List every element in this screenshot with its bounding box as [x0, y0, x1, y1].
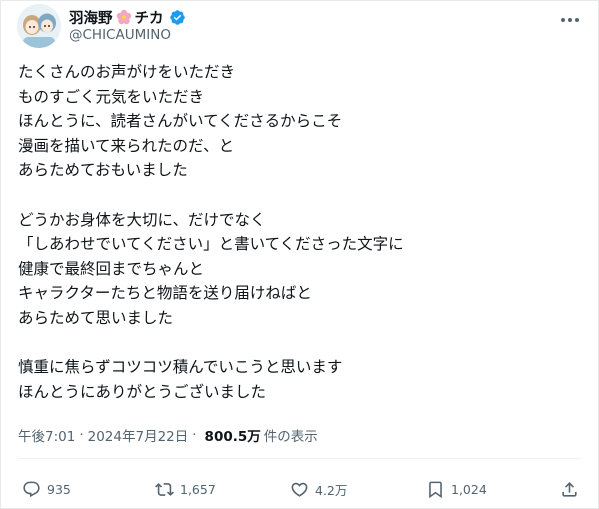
display-name-part2: チカ: [134, 10, 164, 27]
repost-button[interactable]: 1,657: [155, 473, 216, 505]
more-options-icon[interactable]: [558, 10, 582, 30]
user-handle[interactable]: @CHICAUMINO: [69, 27, 171, 43]
meta-separator: ·: [79, 427, 84, 443]
text-line: 慎重に焦らずコツコツ積んでいこうと思います: [18, 358, 343, 377]
text-line: 漫画を描いて来られたのだ、と: [18, 136, 235, 155]
text-line: あらためておもいました: [18, 161, 188, 180]
post-time[interactable]: 午後7:01: [18, 425, 75, 445]
repost-count: 1,657: [180, 481, 216, 497]
text-line: あらためて思いました: [18, 308, 174, 327]
post-header: 羽海野 チカ @CHICAUMINO: [17, 4, 582, 48]
share-icon: [562, 481, 577, 497]
paragraph: 慎重に焦らずコツコツ積んでいこうと思います ほんとうにありがとうございました: [18, 355, 578, 404]
bookmark-button[interactable]: 1,024: [426, 473, 487, 505]
verified-badge-icon[interactable]: [169, 9, 186, 26]
display-name-part1: 羽海野: [69, 10, 113, 27]
views-count[interactable]: 800.5万: [205, 425, 261, 445]
like-count: 4.2万: [315, 482, 348, 498]
paragraph: どうかお身体を大切に、だけでなく 「しあわせでいてください」と書いてくださった文…: [18, 208, 578, 331]
reply-icon: [23, 481, 40, 497]
meta-separator: ·: [192, 427, 197, 443]
post-date[interactable]: 2024年7月22日: [88, 425, 189, 445]
divider: [18, 458, 581, 459]
repost-icon: [155, 482, 174, 496]
bookmark-count: 1,024: [451, 481, 487, 497]
heart-icon: [291, 482, 308, 497]
like-button[interactable]: 4.2万: [290, 473, 347, 505]
reply-count: 935: [47, 481, 71, 497]
share-button[interactable]: [560, 473, 579, 505]
avatar[interactable]: [17, 4, 61, 48]
display-name[interactable]: 羽海野 チカ: [69, 7, 186, 27]
post-text: たくさんのお声がけをいただき ものすごく元気をいただき ほんとうに、読者さんがい…: [18, 60, 578, 404]
text-line: どうかお身体を大切に、だけでなく: [18, 210, 266, 229]
reply-button[interactable]: 935: [22, 473, 71, 505]
text-line: 健康で最終回までちゃんと: [18, 259, 205, 278]
bookmark-icon: [429, 481, 442, 498]
avatar-illustration-icon: [17, 4, 61, 48]
action-bar: 935 1,657 4.2万 1,024: [18, 473, 581, 505]
text-line: ほんとうにありがとうございました: [18, 382, 267, 401]
post-meta: 午後7:01 · 2024年7月22日 · 800.5万 件の表示: [18, 425, 318, 445]
flower-emoji-icon: [116, 9, 132, 25]
text-line: キャラクターたちと物語を送り届けねばと: [18, 284, 312, 303]
paragraph: たくさんのお声がけをいただき ものすごく元気をいただき ほんとうに、読者さんがい…: [18, 60, 578, 183]
text-line: 「しあわせでいてください」と書いてくださった文字に: [18, 235, 404, 254]
text-line: たくさんのお声がけをいただき: [18, 63, 236, 81]
text-line: ものすごく元気をいただき: [18, 87, 205, 106]
post-card: 羽海野 チカ @CHICAUMINO たくさんのお声がけをいただき ものすごく元…: [0, 0, 599, 509]
text-line: ほんとうに、読者さんがいてくださるからこそ: [18, 112, 343, 131]
views-label: 件の表示: [263, 429, 318, 445]
